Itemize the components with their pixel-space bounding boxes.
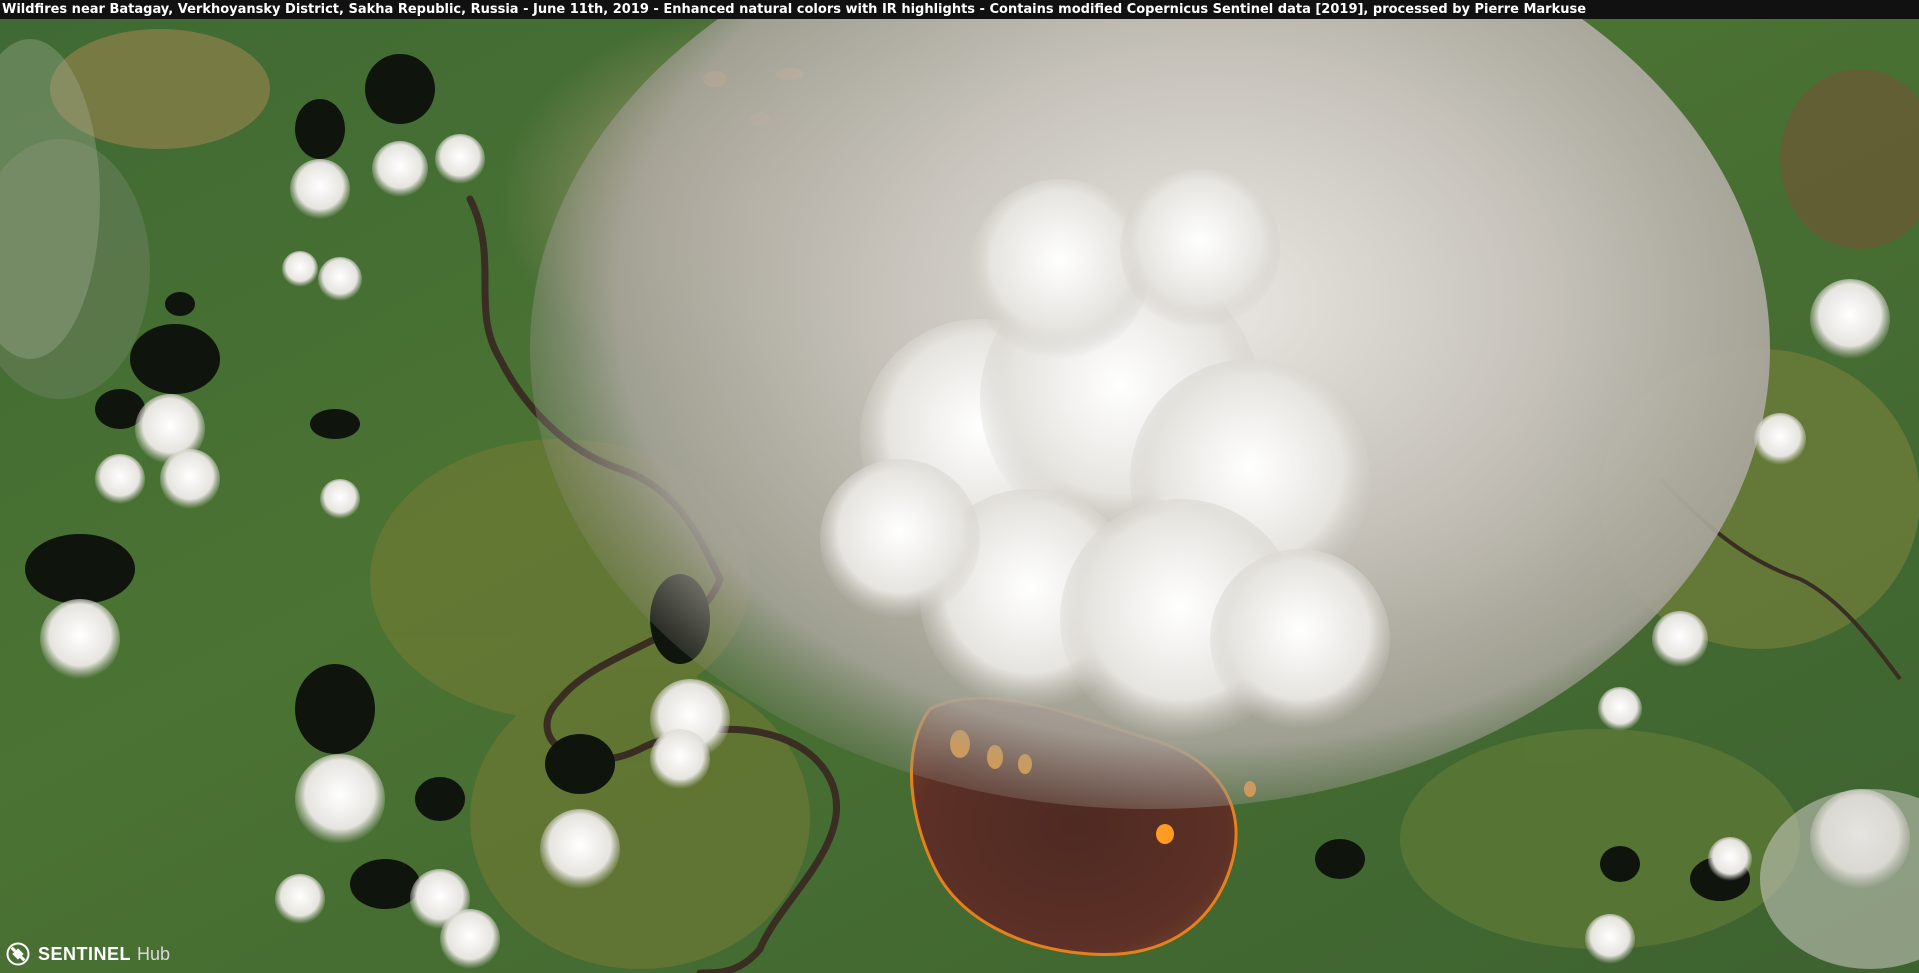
logo-brand-text: SENTINEL [38, 943, 132, 964]
logo-sub-text: Hub [137, 943, 171, 964]
satellite-image-page: Wildfires near Batagay, Verkhoyansky Dis… [0, 0, 1919, 973]
image-caption: Wildfires near Batagay, Verkhoyansky Dis… [0, 0, 1919, 19]
satellite-image [0, 19, 1919, 973]
satellite-icon [6, 942, 30, 966]
satellite-scene [0, 19, 1919, 973]
sentinel-hub-logo: SENTINEL Hub [6, 941, 170, 967]
